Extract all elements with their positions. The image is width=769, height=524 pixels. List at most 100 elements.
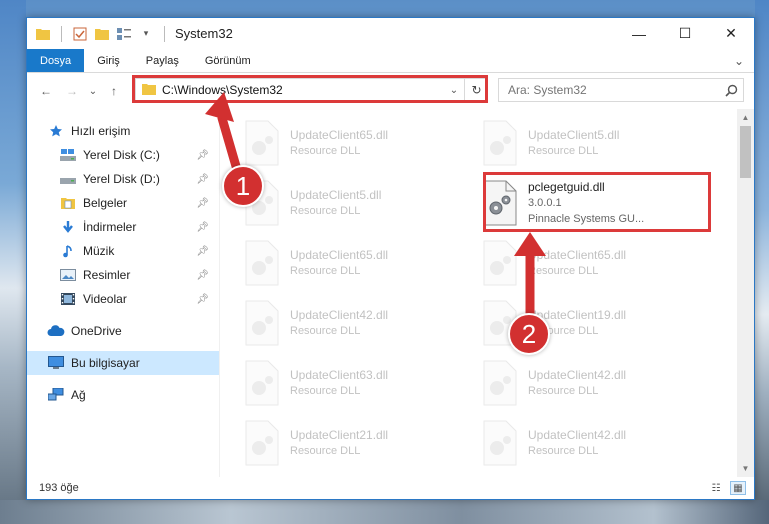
file-description: Resource DLL <box>290 385 361 397</box>
pin-icon: 📌︎ <box>196 221 209 233</box>
step-2-badge: 2 <box>508 313 550 355</box>
file-name: UpdateClient42.dll <box>528 368 627 382</box>
scroll-up-arrow-icon[interactable]: ▲ <box>737 109 754 126</box>
close-button[interactable]: ✕ <box>708 18 754 49</box>
desktop-background-bottom <box>0 500 769 524</box>
maximize-button[interactable]: ☐ <box>662 18 708 49</box>
pin-icon: 📌︎ <box>196 245 209 257</box>
desktop-background-left <box>0 0 26 524</box>
sidebar-item-videos[interactable]: Videolar 📌︎ <box>27 287 219 311</box>
sidebar-item-network[interactable]: Ağ <box>27 383 219 407</box>
address-bar-highlight <box>132 75 488 103</box>
status-bar: 193 öğe ☷ ▦ <box>27 477 754 499</box>
sidebar-item-local-disk-c[interactable]: Yerel Disk (C:) 📌︎ <box>27 143 219 167</box>
toolbar-separator <box>164 25 165 42</box>
properties-icon[interactable] <box>72 26 88 42</box>
file-description: Resource DLL <box>528 445 599 457</box>
file-name: UpdateClient65.dll <box>290 128 389 142</box>
new-folder-icon[interactable] <box>94 26 110 42</box>
sidebar-label: Videolar <box>83 292 127 306</box>
dll-file-icon <box>245 120 279 166</box>
file-name: UpdateClient5.dll <box>528 128 620 142</box>
tab-giris[interactable]: Giriş <box>84 49 133 72</box>
file-name: UpdateClient63.dll <box>290 368 389 382</box>
sidebar-item-quick-access[interactable]: Hızlı erişim <box>27 119 219 143</box>
drive-icon <box>59 147 77 163</box>
explorer-body: Hızlı erişim Yerel Disk (C:) 📌︎ Yerel Di… <box>27 109 754 477</box>
scrollbar-thumb[interactable] <box>740 126 751 178</box>
view-options-icon[interactable] <box>116 26 132 42</box>
minimize-button[interactable]: — <box>616 18 662 49</box>
file-item[interactable]: UpdateClient5.dll Resource DLL <box>242 175 472 231</box>
sidebar-label: Ağ <box>71 388 86 402</box>
tiles-view-icon[interactable]: ▦ <box>730 481 746 495</box>
vertical-scrollbar[interactable]: ▲ ▼ <box>737 109 754 477</box>
cloud-icon <box>47 323 65 339</box>
sidebar-item-onedrive[interactable]: OneDrive <box>27 319 219 343</box>
file-item[interactable]: UpdateClient21.dll Resource DLL <box>242 415 472 471</box>
window-title: System32 <box>175 26 233 41</box>
pin-icon: 📌︎ <box>196 149 209 161</box>
file-name: UpdateClient65.dll <box>290 248 389 262</box>
sidebar-item-this-pc[interactable]: Bu bilgisayar <box>27 351 219 375</box>
expand-ribbon-button[interactable]: ⌄ <box>724 49 754 72</box>
drive-icon <box>59 171 77 187</box>
up-button[interactable]: ↑ <box>101 77 127 105</box>
sidebar-label: OneDrive <box>71 324 122 338</box>
window-controls: — ☐ ✕ <box>616 18 754 49</box>
view-switcher: ☷ ▦ <box>708 481 754 495</box>
sidebar-item-music[interactable]: Müzik 📌︎ <box>27 239 219 263</box>
sidebar-label: Müzik <box>83 244 115 258</box>
navigation-pane: Hızlı erişim Yerel Disk (C:) 📌︎ Yerel Di… <box>27 109 220 477</box>
ribbon-tabs: Dosya Giriş Paylaş Görünüm ⌄ <box>27 49 754 73</box>
tab-dosya[interactable]: Dosya <box>27 49 85 72</box>
dll-file-icon <box>483 120 517 166</box>
file-description: Resource DLL <box>290 325 361 337</box>
sidebar-label: Yerel Disk (C:) <box>83 148 160 162</box>
dll-file-icon <box>245 240 279 286</box>
sidebar-item-pictures[interactable]: Resimler 📌︎ <box>27 263 219 287</box>
file-name: UpdateClient21.dll <box>290 428 389 442</box>
file-item[interactable]: UpdateClient42.dll Resource DLL <box>242 295 472 351</box>
file-description: Resource DLL <box>528 265 599 277</box>
scroll-down-arrow-icon[interactable]: ▼ <box>737 460 754 477</box>
recent-locations-button[interactable]: ⌄ <box>85 77 101 105</box>
toolbar-separator <box>61 25 62 42</box>
file-highlight <box>483 172 711 232</box>
item-count: 193 öğe <box>39 482 79 494</box>
tab-paylas[interactable]: Paylaş <box>133 49 192 72</box>
file-item[interactable]: UpdateClient63.dll Resource DLL <box>242 355 472 411</box>
sidebar-label: Bu bilgisayar <box>71 356 140 370</box>
file-item[interactable]: UpdateClient65.dll Resource DLL <box>242 235 472 291</box>
forward-button[interactable]: → <box>59 77 85 105</box>
file-item[interactable]: UpdateClient5.dll Resource DLL <box>480 115 710 171</box>
dll-file-icon <box>483 360 517 406</box>
back-button[interactable]: ← <box>33 77 59 105</box>
search-box[interactable] <box>498 78 744 102</box>
sidebar-item-local-disk-d[interactable]: Yerel Disk (D:) 📌︎ <box>27 167 219 191</box>
customize-toolbar-icon[interactable]: ▾ <box>138 26 154 42</box>
videos-icon <box>59 291 77 307</box>
tab-gorunum[interactable]: Görünüm <box>192 49 264 72</box>
file-item[interactable]: UpdateClient65.dll Resource DLL <box>242 115 472 171</box>
sidebar-label: Belgeler <box>83 196 128 210</box>
sidebar-label: Resimler <box>83 268 131 282</box>
file-item[interactable]: UpdateClient42.dll Resource DLL <box>480 415 710 471</box>
music-icon <box>59 243 77 259</box>
dll-file-icon <box>483 420 517 466</box>
sidebar-label: Yerel Disk (D:) <box>83 172 160 186</box>
sidebar-item-documents[interactable]: Belgeler 📌︎ <box>27 191 219 215</box>
file-item[interactable]: UpdateClient42.dll Resource DLL <box>480 355 710 411</box>
file-name: UpdateClient5.dll <box>290 188 382 202</box>
documents-icon <box>59 195 77 211</box>
sidebar-item-downloads[interactable]: İndirmeler 📌︎ <box>27 215 219 239</box>
pin-icon: 📌︎ <box>196 173 209 185</box>
search-icon[interactable] <box>719 84 743 97</box>
file-description: Resource DLL <box>290 145 361 157</box>
search-input[interactable] <box>499 83 719 97</box>
pin-icon: 📌︎ <box>196 269 209 281</box>
computer-icon <box>47 355 65 371</box>
file-item[interactable]: UpdateClient65.dll Resource DLL <box>480 235 710 291</box>
details-view-icon[interactable]: ☷ <box>708 481 724 495</box>
dll-file-icon <box>245 300 279 346</box>
